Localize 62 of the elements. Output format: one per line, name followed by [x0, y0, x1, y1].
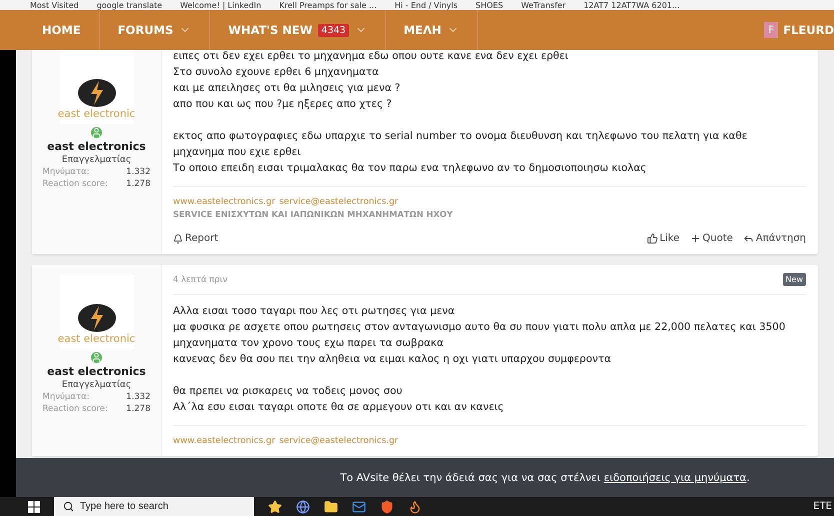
stat-label: Reaction score: — [42, 404, 108, 414]
quote-link[interactable]: Quote — [690, 233, 733, 244]
reply-link[interactable]: Απάντηση — [742, 233, 806, 244]
post-text-line: μηχανηματα τον χρονο τους εχω παρει τα σωβρακα — [173, 336, 445, 351]
user-avatar: F — [764, 22, 778, 38]
bookmark-link[interactable]: Most Visited — [30, 1, 79, 10]
author-name[interactable]: east electronics — [47, 140, 146, 153]
report-link[interactable]: Report — [173, 233, 218, 244]
plus-icon — [690, 233, 701, 244]
stat-label: Μηνύματα: — [42, 167, 90, 177]
star-icon[interactable] — [268, 500, 282, 514]
stat-value: 1.332 — [126, 392, 150, 402]
post-text-line: μηχανημα που εχιε ερθει — [173, 145, 302, 160]
new-badge: New — [782, 273, 806, 286]
thumbs-up-icon — [646, 233, 658, 244]
stat-label: Μηνύματα: — [42, 392, 90, 402]
windows-start-icon[interactable] — [28, 500, 40, 512]
post-text-line: μα φυσικα ρε ασχετε οπου ρωτησεις στον ανταγωνισμο αυτο θα συ πουν γιατι πολυ απλα με 22,000 πελατες και 3500 — [173, 320, 786, 335]
post-text-line: απο που και ως που ?με ηξερες απο χτες ? — [173, 97, 393, 112]
stat-value: 1.278 — [126, 404, 150, 414]
bookmark-link[interactable]: Hi - End / Vinyls — [394, 1, 458, 10]
post-text-line: Στο συνολο εχουνε ερθει 6 μηχανηματα — [173, 65, 380, 80]
bookmark-link[interactable]: 12AT7 12AT7WA 6201... — [584, 1, 680, 10]
flame-icon[interactable] — [408, 500, 422, 514]
lightning-ball-icon — [76, 78, 116, 108]
bell-icon — [173, 234, 183, 244]
globe-icon[interactable] — [296, 500, 310, 514]
like-link[interactable]: Like — [646, 233, 680, 244]
count-badge: 4343 — [318, 24, 349, 36]
bookmark-link[interactable]: WeTransfer — [521, 1, 566, 10]
taskbar-search-field[interactable]: Type here to search — [54, 497, 254, 516]
notification-text: Το AVsite θέλει την άδειά σας για να σας στέλνει ειδοποιήσεις για μηνύματα. — [339, 472, 750, 484]
bookmark-link[interactable]: SHOES — [476, 1, 504, 10]
stat-value: 1.332 — [126, 167, 150, 177]
lightning-ball-icon — [76, 303, 116, 333]
user-role: Επαγγελματίας — [62, 380, 132, 390]
post-text-line: κανενας δεν θα σου πει την αληθεια να ειμαι καλος η οχι γιατι υπαρχου συμφεροντα — [173, 352, 612, 367]
post-text-line: και με απειλησες οτι θα μιλησεις για μενα ? — [173, 81, 402, 96]
bookmark-link[interactable]: Krell Preamps for sale ... — [279, 1, 377, 10]
folder-icon[interactable] — [324, 500, 338, 514]
signature-tagline: SERVICE ΕΝΙΣΧΥΤΩΝ ΚΑΙ ΙΑΠΩΝΙΚΩΝ ΜΗΧΑΝΗΜΑΤΩΝ ΗΧΟΥ — [173, 209, 454, 219]
stat-value: 1.278 — [126, 179, 150, 189]
notification-link[interactable]: ειδοποιήσεις για μηνύματα — [604, 472, 746, 484]
shield-icon[interactable] — [380, 500, 394, 514]
mail-icon[interactable] — [352, 500, 366, 514]
user-role: Επαγγελματίας — [62, 155, 132, 165]
post-text-line: ειπες οτι δεν εχει ερθει το μηχανημα εδω οπου ουτε κανε ενα δεν εχει ερθει — [173, 50, 570, 64]
post-text-line: θα πρεπει να ρισκαρεις να τοδεις μονος σου — [173, 384, 404, 399]
bookmark-link[interactable]: Welcome! | LinkedIn — [180, 1, 262, 10]
post-text-line: εκτος απο φωτογραφιες εδω υπαρχιε το serial number το ονομα διευθυνση και τηλεφωνο του πελατη για καθε — [173, 129, 748, 144]
tray-text: ETE — [813, 501, 833, 512]
post-text-line: Το οποιο επειδη εισαι τριμαλακας θα τον παρω ενα τηλεφωνο αν το δημοσιοποιησω κιολας — [173, 161, 648, 176]
post-text-line: Αλ΄λα εσυ εισαι ταγαρι οποτε θα σε αρμεγουν οτι και αν κανεις — [173, 400, 505, 415]
post-time: 4 λεπτά πριν — [173, 274, 228, 284]
stat-label: Reaction score: — [42, 179, 108, 189]
search-icon — [63, 501, 74, 512]
logo-text: east electronic — [58, 108, 136, 120]
reply-icon — [742, 233, 754, 244]
bookmark-link[interactable]: google translate — [96, 1, 162, 10]
author-name[interactable]: east electronics — [47, 365, 146, 378]
logo-text: east electronic — [58, 333, 136, 345]
post-text-line: Αλλα εισαι τοσο ταγαρι που λες οτι ρωτησες για μενα — [173, 304, 456, 319]
